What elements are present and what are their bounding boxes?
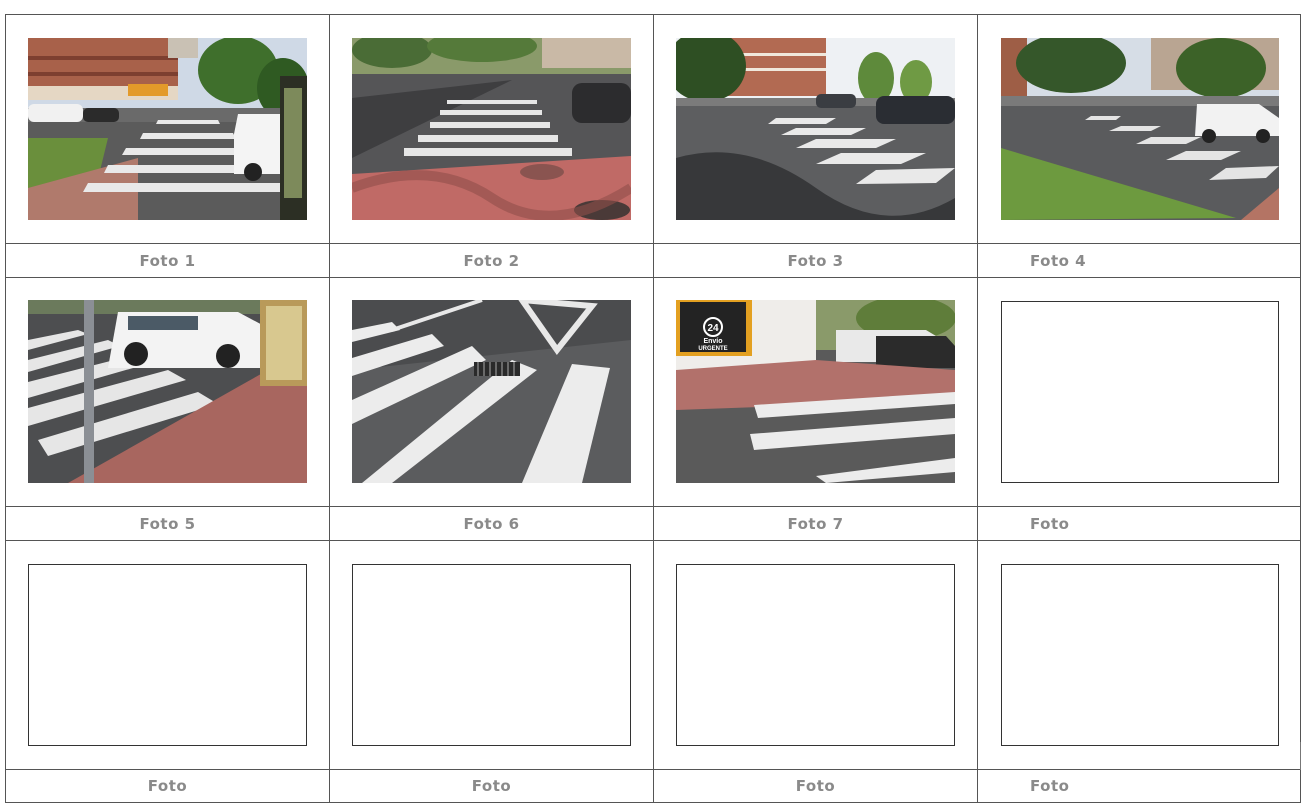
shop-sign-envio: Envío [703,338,722,345]
caption-foto-2: Foto 2 [330,244,654,278]
photo-1-crosswalk-image [28,38,307,220]
shop-sign-number: 24 [707,323,719,334]
photo-8-empty-placeholder [1001,301,1279,483]
photo-4-crosswalk-image [1001,38,1279,220]
photo-3-crosswalk-image [676,38,955,220]
caption-foto-5: Foto 5 [6,507,330,541]
photo-11-empty-placeholder [676,564,955,746]
caption-foto-6: Foto 6 [330,507,654,541]
caption-foto-8: Foto [978,507,1301,541]
page-edge-mark [1300,742,1301,770]
photo-10-empty-placeholder [352,564,631,746]
photo-9-empty-placeholder [28,564,307,746]
photo-5-crosswalk-image [28,300,307,483]
photo-6-crosswalk-image [352,300,631,483]
photo-7-crosswalk-image: 24 Envío URGENTE [676,300,955,483]
caption-foto-7: Foto 7 [654,507,978,541]
photo-2-crosswalk-image [352,38,631,220]
caption-foto-11: Foto [654,770,978,803]
caption-foto-3: Foto 3 [654,244,978,278]
caption-foto-9: Foto [6,770,330,803]
caption-foto-1: Foto 1 [6,244,330,278]
caption-foto-12: Foto [978,770,1301,803]
photo-12-empty-placeholder [1001,564,1279,746]
shop-sign-urgente: URGENTE [698,346,727,352]
caption-foto-10: Foto [330,770,654,803]
caption-foto-4: Foto 4 [978,244,1301,278]
